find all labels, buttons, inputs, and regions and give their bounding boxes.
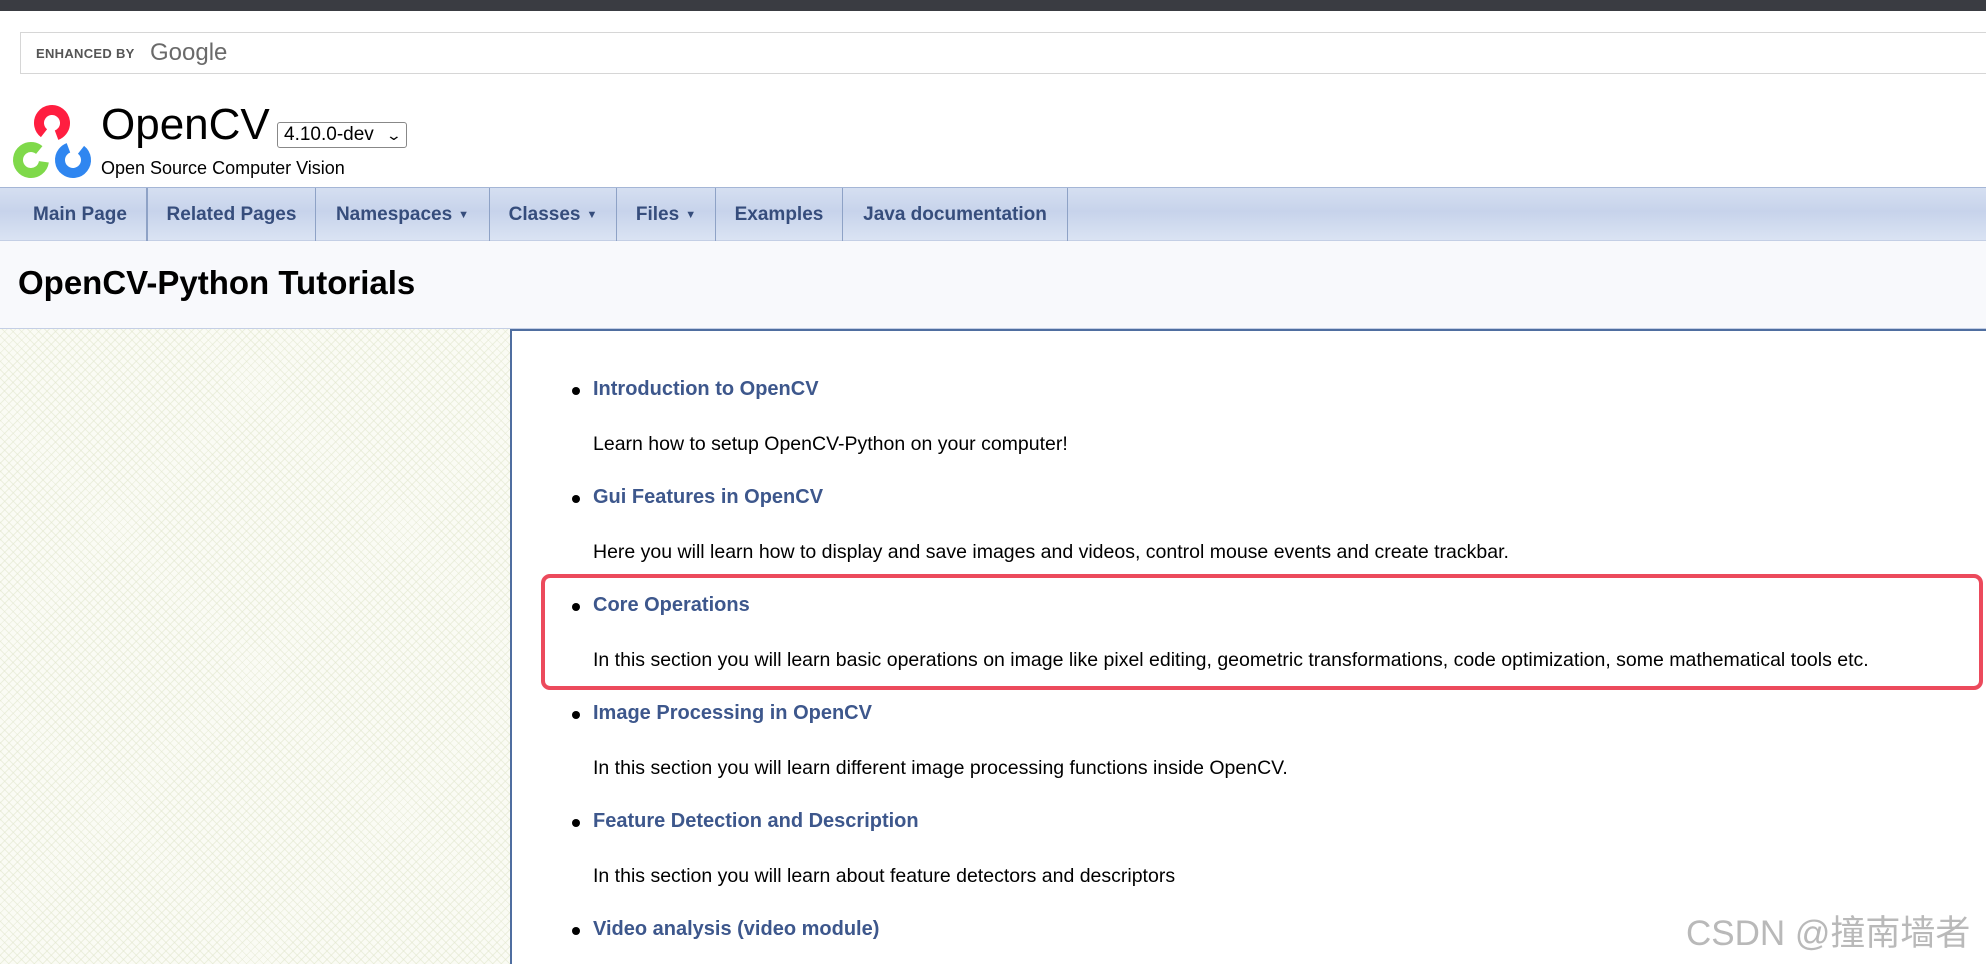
tutorial-description: Learn how to setup OpenCV-Python on your… <box>593 433 1068 455</box>
nav-namespaces[interactable]: Namespaces ▼ <box>316 188 490 241</box>
tutorial-link-introduction[interactable]: Introduction to OpenCV <box>593 378 819 401</box>
project-brief: Open Source Computer Vision <box>101 158 345 178</box>
tutorial-link-video-analysis[interactable]: Video analysis (video module) <box>593 918 879 941</box>
browser-top-strip <box>0 0 1986 11</box>
nav-related-pages-label: Related Pages <box>166 203 297 225</box>
nav-files[interactable]: Files ▼ <box>617 188 716 241</box>
caret-down-icon: ▼ <box>458 208 470 221</box>
bullet <box>572 711 580 719</box>
opencv-logo <box>13 105 91 178</box>
chevron-down-icon: ⌄ <box>385 126 403 143</box>
nav-main-page[interactable]: Main Page <box>14 188 147 241</box>
nav-files-label: Files <box>635 203 680 225</box>
tutorial-description: In this section you will learn about fea… <box>593 865 1176 887</box>
tutorial-link-image-processing[interactable]: Image Processing in OpenCV <box>593 702 872 725</box>
watermark: CSDN @撞南墙者 <box>1686 914 1971 953</box>
nav-main-page-label: Main Page <box>33 203 127 225</box>
project-name: OpenCV <box>101 100 270 149</box>
nav-namespaces-label: Namespaces <box>335 203 453 225</box>
tutorial-description: Here you will learn how to display and s… <box>593 541 1509 563</box>
google-logo: Google <box>150 39 228 66</box>
bullet <box>572 927 580 935</box>
version-value: 4.10.0-dev <box>284 124 374 145</box>
bullet <box>572 495 580 503</box>
nav-examples-label: Examples <box>734 203 824 225</box>
nav-java-documentation[interactable]: Java documentation <box>843 188 1068 241</box>
page-title: OpenCV-Python Tutorials <box>18 264 416 301</box>
tutorial-link-feature-detection[interactable]: Feature Detection and Description <box>593 810 919 833</box>
enhanced-by-label: ENHANCED BY <box>36 46 135 61</box>
nav-classes[interactable]: Classes ▼ <box>490 188 617 241</box>
main-navbar: Main Page Related Pages Namespaces ▼ Cla… <box>0 187 1986 241</box>
tutorial-link-gui-features[interactable]: Gui Features in OpenCV <box>593 486 823 509</box>
nav-examples[interactable]: Examples <box>716 188 843 241</box>
nav-classes-label: Classes <box>508 203 581 225</box>
caret-down-icon: ▼ <box>586 208 598 221</box>
search-box[interactable]: ENHANCED BY Google <box>20 32 1986 74</box>
tutorial-description: In this section you will learn different… <box>593 757 1288 779</box>
bullet <box>572 387 580 395</box>
caret-down-icon: ▼ <box>685 208 697 221</box>
version-select[interactable]: 4.10.0-dev ⌄ <box>277 122 407 148</box>
highlight-annotation-box <box>541 574 1983 690</box>
nav-related-pages[interactable]: Related Pages <box>147 188 316 241</box>
nav-java-documentation-label: Java documentation <box>863 203 1047 225</box>
side-nav-panel <box>0 329 510 964</box>
bullet <box>572 819 580 827</box>
